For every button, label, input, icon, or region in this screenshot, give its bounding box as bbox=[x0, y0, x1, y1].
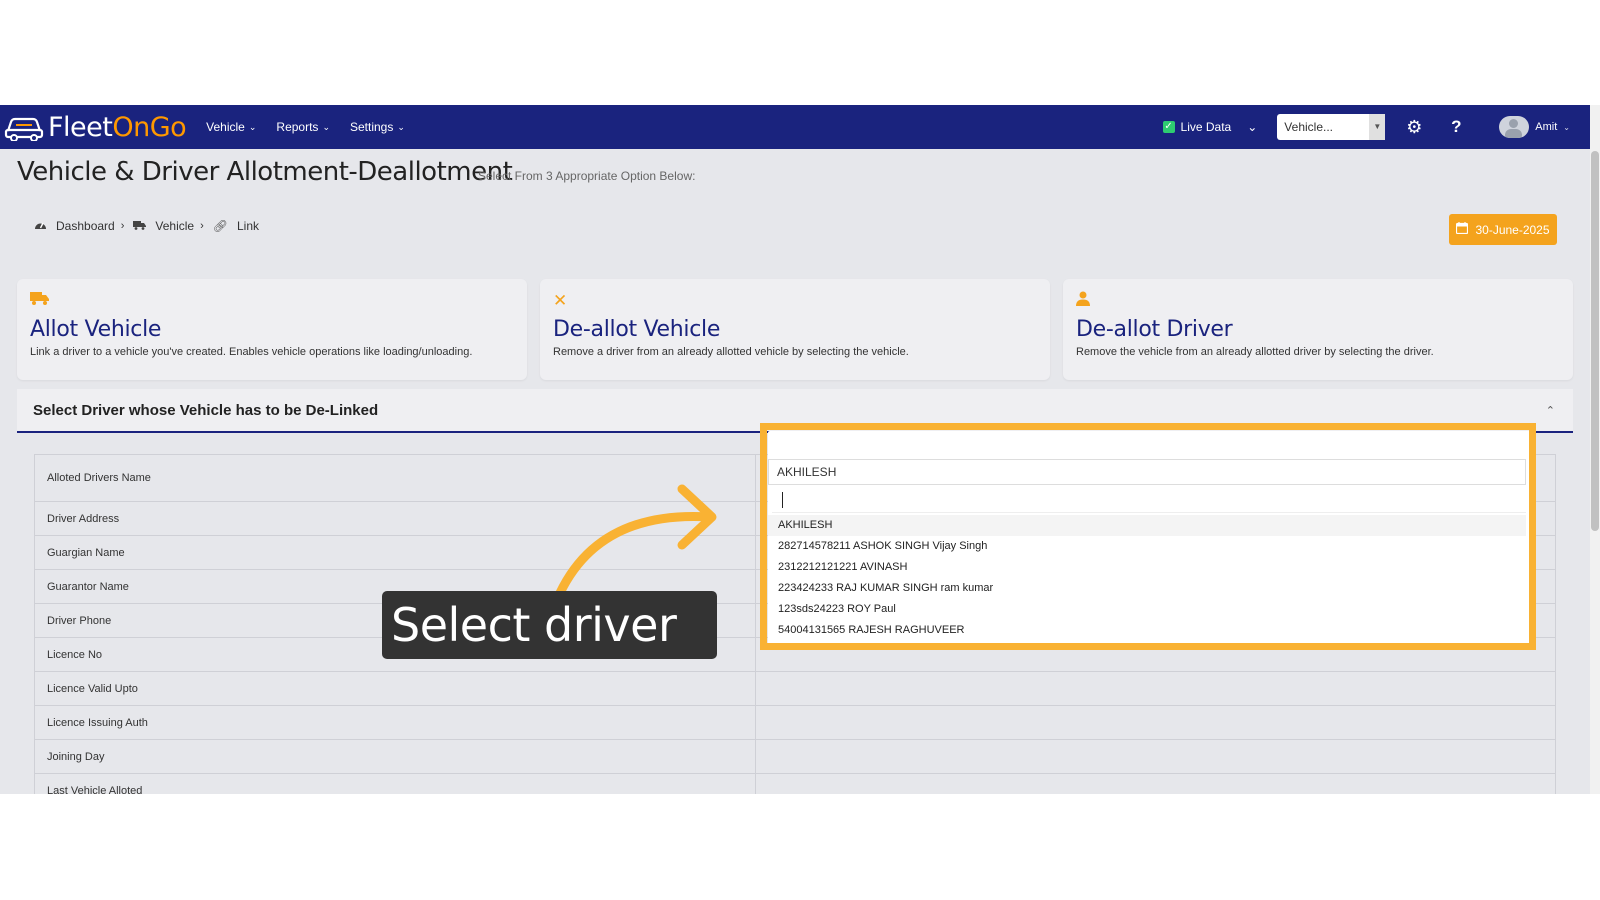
chevron-right-icon: › bbox=[200, 220, 204, 232]
help-icon[interactable]: ? bbox=[1445, 116, 1467, 138]
calendar-icon bbox=[1456, 222, 1469, 237]
user-name: Amit bbox=[1535, 121, 1558, 133]
breadcrumb-link[interactable]: 🔗︎ Link bbox=[213, 219, 259, 233]
dropdown-option[interactable]: 282714578211 ASHOK SINGH Vijay Singh bbox=[768, 536, 1526, 557]
card-description: Link a driver to a vehicle you've create… bbox=[30, 346, 473, 358]
scrollbar-thumb[interactable] bbox=[1591, 151, 1599, 531]
user-menu[interactable]: Amit ⌄ bbox=[1499, 116, 1570, 138]
row-value bbox=[755, 705, 1556, 740]
section-header[interactable]: Select Driver whose Vehicle has to be De… bbox=[17, 389, 1573, 433]
logo-text-part1: Fleet bbox=[48, 111, 113, 143]
truck-icon bbox=[30, 291, 514, 311]
top-navbar: FleetOnGo Vehicle ⌄ Reports ⌄ Settings ⌄ ✓ … bbox=[0, 105, 1590, 149]
tachometer-icon bbox=[34, 219, 47, 233]
card-title: Allot Vehicle bbox=[30, 317, 162, 342]
driver-select-dropdown: AKHILESH AKHILESH 282714578211 ASHOK SIN… bbox=[768, 431, 1534, 650]
chevron-down-icon: ⌄ bbox=[397, 121, 405, 132]
vehicle-select-value: Vehicle... bbox=[1284, 120, 1333, 134]
chevron-down-icon: ⌄ bbox=[1563, 122, 1570, 132]
card-title: De-allot Driver bbox=[1076, 317, 1233, 342]
live-data-toggle[interactable]: ✓ Live Data bbox=[1162, 120, 1232, 134]
main-menu: Vehicle ⌄ Reports ⌄ Settings ⌄ bbox=[206, 120, 425, 134]
breadcrumb-dashboard-label: Dashboard bbox=[56, 219, 115, 233]
logo[interactable]: FleetOnGo bbox=[4, 111, 187, 143]
dropdown-options: AKHILESH 282714578211 ASHOK SINGH Vijay … bbox=[768, 515, 1526, 641]
table-row: Licence Issuing Auth bbox=[34, 705, 1556, 740]
dropdown-option[interactable]: 123sds24223 ROY Paul bbox=[768, 599, 1526, 620]
breadcrumb-link-label: Link bbox=[237, 219, 260, 233]
date-label: 30-June-2025 bbox=[1475, 222, 1550, 237]
logo-text: FleetOnGo bbox=[48, 111, 187, 143]
row-label: Licence Issuing Auth bbox=[34, 705, 756, 740]
chevron-right-icon: › bbox=[120, 220, 125, 232]
logo-text-part2: OnGo bbox=[112, 111, 187, 143]
row-label: Licence Valid Upto bbox=[34, 671, 756, 706]
close-icon: ✕ bbox=[553, 291, 568, 310]
chevron-up-icon[interactable]: ⌃ bbox=[1546, 404, 1555, 417]
breadcrumb: Dashboard › Vehicle › 🔗︎ Link bbox=[34, 219, 259, 233]
section-title: Select Driver whose Vehicle has to be De… bbox=[33, 401, 379, 419]
annotation-callout: Select driver bbox=[382, 591, 717, 659]
live-data-label: Live Data bbox=[1180, 120, 1232, 134]
link-icon: 🔗︎ bbox=[212, 219, 228, 233]
menu-vehicle-label: Vehicle bbox=[206, 120, 245, 134]
row-label: Joining Day bbox=[34, 739, 756, 774]
dropdown-option[interactable]: 54004131565 RAJESH RAGHUVEER bbox=[768, 620, 1526, 641]
caret-down-icon[interactable]: ▼ bbox=[1369, 114, 1386, 140]
app-screen: FleetOnGo Vehicle ⌄ Reports ⌄ Settings ⌄ ✓ … bbox=[0, 105, 1600, 794]
menu-vehicle[interactable]: Vehicle ⌄ bbox=[206, 120, 256, 134]
card-description: Remove a driver from an already allotted… bbox=[553, 346, 909, 358]
menu-settings[interactable]: Settings ⌄ bbox=[350, 120, 405, 134]
card-deallot-vehicle[interactable]: ✕ De-allot Vehicle Remove a driver from … bbox=[540, 279, 1050, 380]
breadcrumb-vehicle-label: Vehicle bbox=[155, 219, 195, 233]
chevron-down-icon[interactable]: ⌄ bbox=[1247, 120, 1257, 134]
page-subtitle: Select From 3 Appropriate Option Below: bbox=[478, 169, 696, 183]
chevron-down-icon: ⌄ bbox=[248, 121, 257, 132]
annotation-arrow-icon bbox=[555, 484, 717, 595]
breadcrumb-dashboard[interactable]: Dashboard bbox=[34, 219, 115, 233]
vertical-scrollbar[interactable] bbox=[1590, 105, 1600, 794]
row-value bbox=[755, 671, 1556, 706]
user-icon bbox=[1076, 291, 1560, 311]
checkbox-checked-icon[interactable]: ✓ bbox=[1162, 121, 1175, 133]
dropdown-option[interactable]: 223424233 RAJ KUMAR SINGH ram kumar bbox=[768, 578, 1526, 599]
card-allot-vehicle[interactable]: Allot Vehicle Link a driver to a vehicle… bbox=[17, 279, 527, 380]
table-row: Last Vehicle Alloted bbox=[34, 773, 1556, 794]
truck-icon bbox=[133, 219, 147, 233]
row-label: Last Vehicle Alloted bbox=[34, 773, 756, 794]
vehicle-select[interactable]: Vehicle... ▼ bbox=[1277, 114, 1386, 140]
table-row: Joining Day bbox=[34, 739, 1556, 774]
gear-icon[interactable]: ⚙ bbox=[1403, 116, 1425, 138]
car-logo-icon bbox=[4, 117, 44, 141]
driver-select[interactable]: AKHILESH bbox=[768, 459, 1526, 485]
dropdown-search-input[interactable] bbox=[772, 487, 1526, 513]
breadcrumb-vehicle[interactable]: Vehicle bbox=[133, 219, 194, 233]
row-value bbox=[755, 739, 1556, 774]
card-description: Remove the vehicle from an already allot… bbox=[1076, 346, 1434, 358]
card-title: De-allot Vehicle bbox=[553, 317, 721, 342]
date-button[interactable]: 30-June-2025 bbox=[1449, 214, 1557, 245]
table-row: Licence Valid Upto bbox=[34, 671, 1556, 706]
menu-reports[interactable]: Reports ⌄ bbox=[276, 120, 330, 134]
navbar-right: ✓ Live Data ⌄ Vehicle... ▼ ⚙ ? Amit ⌄ bbox=[1162, 114, 1590, 140]
menu-settings-label: Settings bbox=[349, 120, 394, 134]
menu-reports-label: Reports bbox=[276, 120, 319, 134]
text-cursor bbox=[782, 492, 783, 508]
page-title: Vehicle & Driver Allotment-Deallotment bbox=[17, 157, 513, 187]
dropdown-option[interactable]: AKHILESH bbox=[768, 515, 1526, 536]
chevron-down-icon: ⌄ bbox=[322, 121, 330, 132]
row-value bbox=[755, 773, 1556, 794]
avatar bbox=[1499, 116, 1530, 138]
card-deallot-driver[interactable]: De-allot Driver Remove the vehicle from … bbox=[1063, 279, 1573, 380]
dropdown-option[interactable]: 2312212121221 AVINASH bbox=[768, 557, 1526, 578]
